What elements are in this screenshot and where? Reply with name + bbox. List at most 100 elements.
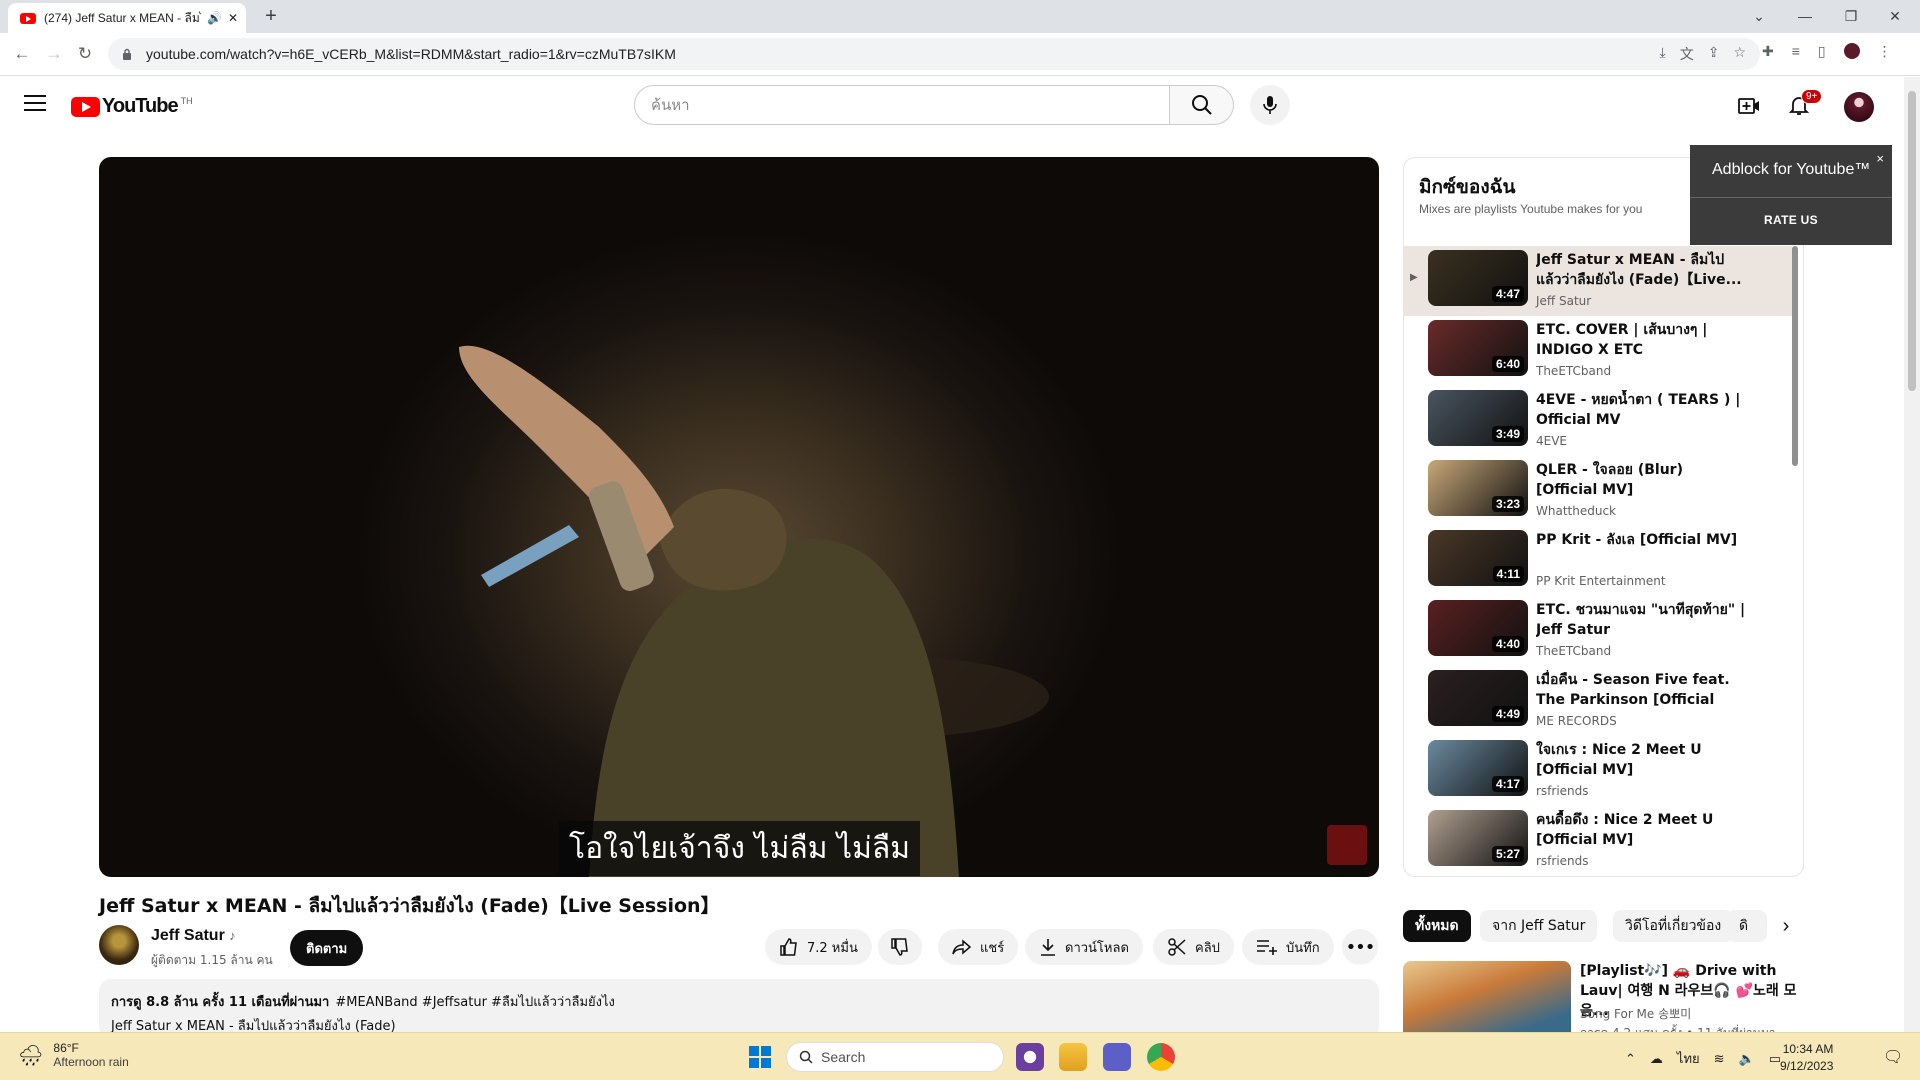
volume-icon[interactable]: 🔈 bbox=[1739, 1051, 1755, 1067]
share-button[interactable]: แชร์ bbox=[938, 929, 1019, 965]
file-explorer-icon[interactable] bbox=[1059, 1043, 1087, 1071]
clip-button[interactable]: คลิป bbox=[1153, 929, 1234, 965]
back-arrow-icon[interactable]: ← bbox=[9, 41, 35, 67]
media-queue-icon[interactable]: ≡ bbox=[1792, 43, 1800, 60]
more-actions-button[interactable]: ••• bbox=[1342, 929, 1378, 965]
playlist-thumbnail[interactable]: 4:47 bbox=[1428, 250, 1528, 306]
clock-date: 9/12/2023 bbox=[1780, 1059, 1834, 1073]
bookmark-star-icon[interactable]: ☆ bbox=[1733, 44, 1746, 64]
channel-name[interactable]: Jeff Satur ♪ bbox=[151, 927, 236, 945]
address-bar[interactable]: youtube.com/watch?v=h6E_vCERb_M&list=RDM… bbox=[108, 38, 1760, 70]
add-to-playlist-icon bbox=[1257, 940, 1277, 955]
playlist-thumbnail[interactable]: 4:49 bbox=[1428, 670, 1528, 726]
chrome-menu-icon[interactable]: ⋮ bbox=[1878, 43, 1892, 60]
windows-taskbar: 🌧 86°F Afternoon rain Search ⌃ ☁ ไทย ≋ 🔈… bbox=[0, 1032, 1920, 1080]
onedrive-cloud-icon[interactable]: ☁ bbox=[1650, 1051, 1663, 1067]
playlist-item[interactable]: 3:49 4EVE - หยดน้ำตา ( TEARS ) | Official… bbox=[1404, 386, 1792, 456]
extensions-puzzle-icon[interactable]: ✚ bbox=[1762, 43, 1774, 60]
tray-chevron-icon[interactable]: ⌃ bbox=[1625, 1051, 1636, 1067]
reload-icon[interactable]: ↻ bbox=[72, 41, 98, 67]
chip-more[interactable]: ดิ bbox=[1727, 910, 1767, 942]
recommendation-thumbnail[interactable] bbox=[1403, 961, 1571, 1041]
playlist-item[interactable]: 4:40 ETC. ชวนมาแจม "นาทีสุดท้าย" | Jeff S… bbox=[1404, 596, 1792, 666]
chip-related[interactable]: วิดีโอที่เกี่ยวข้อง bbox=[1613, 910, 1734, 942]
input-language[interactable]: ไทย bbox=[1677, 1048, 1700, 1069]
download-icon bbox=[1041, 939, 1055, 956]
side-panel-icon[interactable]: ▯ bbox=[1818, 43, 1826, 60]
taskbar-clock[interactable]: 10:34 AM 9/12/2023 bbox=[1780, 1041, 1833, 1075]
page-scrollbar[interactable] bbox=[1904, 77, 1920, 1032]
taskbar-search[interactable]: Search bbox=[786, 1042, 1004, 1072]
search-input[interactable]: ค้นหา bbox=[634, 85, 1170, 125]
channel-avatar[interactable] bbox=[99, 925, 139, 965]
playlist-item[interactable]: 4:17 ใจเกเร : Nice 2 Meet U [Official MV]… bbox=[1404, 736, 1792, 806]
translate-icon[interactable]: 文 bbox=[1680, 44, 1694, 64]
playlist-item-channel: PP Krit Entertainment bbox=[1536, 574, 1666, 588]
wifi-icon[interactable]: ≋ bbox=[1714, 1051, 1725, 1067]
chip-all[interactable]: ทั้งหมด bbox=[1403, 910, 1471, 942]
playlist-thumbnail[interactable]: 3:23 bbox=[1428, 460, 1528, 516]
page-scrollbar-thumb[interactable] bbox=[1908, 91, 1916, 391]
playlist-item[interactable]: ▶ 4:47 Jeff Satur x MEAN - ลืมไปแล้วว่าลืม… bbox=[1404, 246, 1792, 316]
channel-watermark[interactable] bbox=[1327, 825, 1367, 865]
search-button[interactable] bbox=[1170, 85, 1234, 125]
notification-center-icon[interactable]: 🗨 bbox=[1883, 1047, 1903, 1067]
forward-arrow-icon[interactable]: → bbox=[41, 41, 67, 67]
like-button[interactable]: 7.2 หมื่น bbox=[765, 929, 872, 965]
description-hashtags[interactable]: #MEANBand #Jeffsatur #ลืมไปแล้วว่าลืมยัง… bbox=[335, 995, 615, 1010]
tab-search-chevron-icon[interactable]: ⌄ bbox=[1744, 4, 1774, 28]
download-button[interactable]: ดาวน์โหลด bbox=[1025, 929, 1143, 965]
playlist-thumbnail[interactable]: 4:17 bbox=[1428, 740, 1528, 796]
subscribe-button[interactable]: ติดตาม bbox=[290, 930, 364, 966]
playlist-thumbnail[interactable]: 4:40 bbox=[1428, 600, 1528, 656]
restore-button[interactable]: ❐ bbox=[1836, 4, 1866, 28]
create-video-icon[interactable] bbox=[1737, 94, 1761, 118]
playlist-thumbnail[interactable]: 5:27 bbox=[1428, 810, 1528, 866]
voice-search-button[interactable] bbox=[1250, 85, 1290, 125]
url-text: youtube.com/watch?v=h6E_vCERb_M&list=RDM… bbox=[146, 46, 676, 62]
weather-widget[interactable]: 🌧 86°F Afternoon rain bbox=[18, 1041, 129, 1069]
account-avatar[interactable] bbox=[1844, 92, 1874, 122]
browser-tab[interactable]: (274) Jeff Satur x MEAN - ลืมไ 🔊 ✕ bbox=[8, 3, 246, 33]
profile-avatar-icon[interactable] bbox=[1843, 43, 1860, 59]
youtube-logo[interactable]: YouTube TH bbox=[71, 95, 193, 118]
adblock-close-icon[interactable]: × bbox=[1876, 151, 1884, 166]
recommendation-channel[interactable]: Song For Me 송뽀미 bbox=[1580, 1005, 1691, 1022]
teams-icon[interactable] bbox=[1103, 1043, 1131, 1071]
playlist-item[interactable]: 4:49 เมื่อคืน - Season Five feat. The Par… bbox=[1404, 666, 1792, 736]
video-caption: โอใจไยเจ้าจึง ไม่ลืม ไม่ลืม bbox=[559, 821, 921, 876]
app-icon-1[interactable] bbox=[1016, 1043, 1044, 1071]
minimize-button[interactable]: — bbox=[1790, 4, 1820, 28]
video-player[interactable]: โอใจไยเจ้าจึง ไม่ลืม ไม่ลืม bbox=[99, 157, 1379, 877]
new-tab-button[interactable]: + bbox=[258, 4, 284, 30]
playlist-item[interactable]: 5:27 คนดื้อดึง : Nice 2 Meet U [Official … bbox=[1404, 806, 1792, 876]
speaker-icon[interactable]: 🔊 bbox=[207, 11, 222, 25]
country-code: TH bbox=[180, 95, 193, 106]
playlist-item[interactable]: 6:40 ETC. COVER | เส้นบางๆ | INDIGO X ETC… bbox=[1404, 316, 1792, 386]
tab-close-icon[interactable]: ✕ bbox=[228, 11, 238, 25]
windows-start-icon[interactable] bbox=[748, 1045, 772, 1069]
chrome-icon[interactable] bbox=[1147, 1043, 1175, 1071]
playlist-item[interactable]: 3:23 QLER - ใจลอย (Blur) [Official MV] Wha… bbox=[1404, 456, 1792, 526]
search-icon bbox=[1191, 95, 1212, 115]
chip-from-channel[interactable]: จาก Jeff Satur bbox=[1480, 910, 1598, 942]
hamburger-menu-icon[interactable] bbox=[24, 94, 46, 112]
playlist-thumbnail[interactable]: 4:11 bbox=[1428, 530, 1528, 586]
playlist-thumbnail[interactable]: 6:40 bbox=[1428, 320, 1528, 376]
playlist-item-title: เมื่อคืน - Season Five feat. The Parkins… bbox=[1536, 672, 1730, 708]
duration-badge: 6:40 bbox=[1491, 356, 1524, 372]
playlist-thumbnail[interactable]: 3:49 bbox=[1428, 390, 1528, 446]
playlist-item[interactable]: Jeff Satur - ลืมไปแล้วว่าลืมยังไง bbox=[1404, 876, 1792, 877]
playlist-scrollbar[interactable] bbox=[1792, 246, 1798, 466]
video-description[interactable]: การดู 8.8 ล้าน ครั้ง 11 เดือนที่ผ่านมา #M… bbox=[99, 979, 1379, 1039]
mix-playlist-panel: มิกซ์ของฉัน Mixes are playlists Youtube … bbox=[1403, 157, 1804, 877]
save-to-playlist-button[interactable]: บันทึก bbox=[1242, 929, 1334, 965]
dislike-button[interactable] bbox=[878, 929, 922, 965]
share-page-icon[interactable]: ⇪ bbox=[1708, 44, 1720, 64]
lock-icon bbox=[123, 48, 131, 60]
playlist-item[interactable]: 4:11 PP Krit - ลังเล [Official MV] PP Krit… bbox=[1404, 526, 1792, 596]
rate-us-button[interactable]: RATE US bbox=[1690, 213, 1892, 227]
close-window-button[interactable]: ✕ bbox=[1880, 4, 1910, 28]
chips-next-chevron-icon[interactable]: › bbox=[1772, 912, 1800, 940]
install-app-icon[interactable]: ⤓ bbox=[1660, 44, 1666, 64]
